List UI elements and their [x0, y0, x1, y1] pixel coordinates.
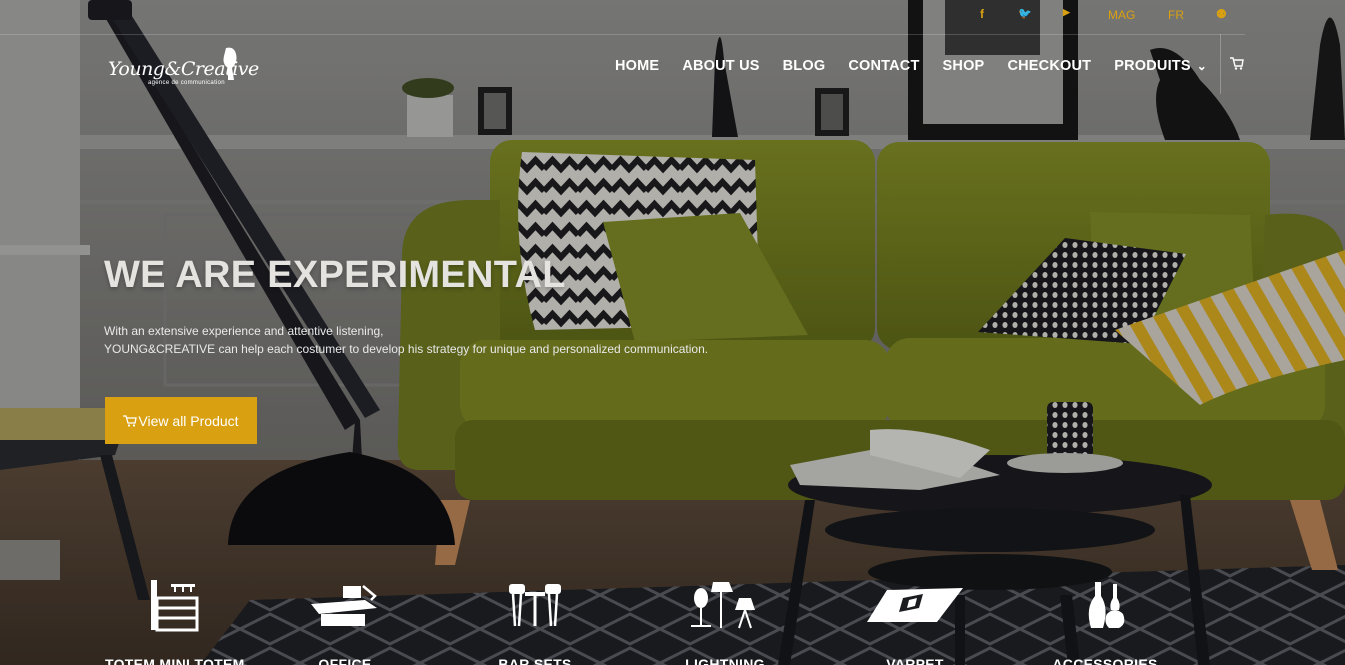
cart-icon	[123, 414, 138, 427]
nav-checkout[interactable]: CHECKOUT	[1007, 58, 1091, 74]
nav-produits-label: PRODUITS	[1114, 58, 1191, 74]
bar-set-icon	[509, 584, 561, 627]
hero-description: With an extensive experience and attenti…	[104, 322, 708, 358]
nav-home[interactable]: HOME	[615, 58, 659, 74]
site-logo[interactable]: Young&Creative agence de communication	[108, 44, 259, 94]
category-lightning[interactable]: LIGHTNING	[655, 578, 795, 665]
view-all-product-button[interactable]: View all Product	[105, 397, 257, 444]
nav-produits[interactable]: PRODUITS ⌄	[1114, 58, 1207, 74]
category-bar-sets[interactable]: BAR SETS	[465, 578, 605, 665]
category-varpet[interactable]: VARPET	[845, 578, 985, 665]
youtube-icon[interactable]: ▶	[1063, 7, 1070, 18]
category-label: BAR SETS	[498, 656, 572, 665]
carpet-icon	[867, 588, 963, 622]
vase-icon	[1088, 582, 1125, 628]
cart-icon[interactable]	[1230, 57, 1244, 70]
category-office[interactable]: OFFICE	[275, 578, 415, 665]
nav-contact[interactable]: CONTACT	[848, 58, 919, 74]
horse-logo-icon	[223, 47, 237, 80]
category-label: TOTEM MINI TOTEM	[105, 656, 245, 665]
logo-tagline: agence de communication	[148, 80, 225, 86]
twitter-icon[interactable]: 🐦	[1018, 7, 1032, 20]
header-divider	[0, 34, 1245, 35]
hero-description-line-1: With an extensive experience and attenti…	[104, 324, 384, 338]
category-accessories[interactable]: ACCESSORIES	[1035, 578, 1175, 665]
category-label: ACCESSORIES	[1052, 656, 1158, 665]
user-account-icon[interactable]: ⚉	[1216, 7, 1227, 21]
category-label: OFFICE	[318, 656, 372, 665]
nav-about-us[interactable]: ABOUT US	[682, 58, 759, 74]
lang-fr-link[interactable]: FR	[1168, 8, 1184, 22]
chevron-down-icon: ⌄	[1196, 59, 1207, 73]
category-totem[interactable]: TOTEM MINI TOTEM	[105, 578, 245, 665]
facebook-icon[interactable]: f	[980, 7, 984, 21]
category-label: VARPET	[886, 656, 944, 665]
hero-description-line-2: YOUNG&CREATIVE can help each costumer to…	[104, 342, 709, 356]
category-label: LIGHTNING	[685, 656, 765, 665]
lamp-icon	[691, 582, 755, 629]
top-bar: f 🐦 ▶ MAG FR ⚉	[960, 0, 1245, 34]
hero-title: WE ARE EXPERIMENTAL	[104, 254, 566, 296]
view-all-product-label: View all Product	[138, 412, 239, 429]
desk-icon	[311, 585, 377, 626]
nav-blog[interactable]: BLOG	[783, 58, 826, 74]
nav-shop[interactable]: SHOP	[943, 58, 985, 74]
main-nav: HOME ABOUT US BLOG CONTACT SHOP CHECKOUT…	[615, 58, 1207, 74]
lang-mag-link[interactable]: MAG	[1108, 8, 1135, 22]
cart-divider	[1220, 34, 1221, 94]
shelf-icon	[151, 580, 199, 632]
